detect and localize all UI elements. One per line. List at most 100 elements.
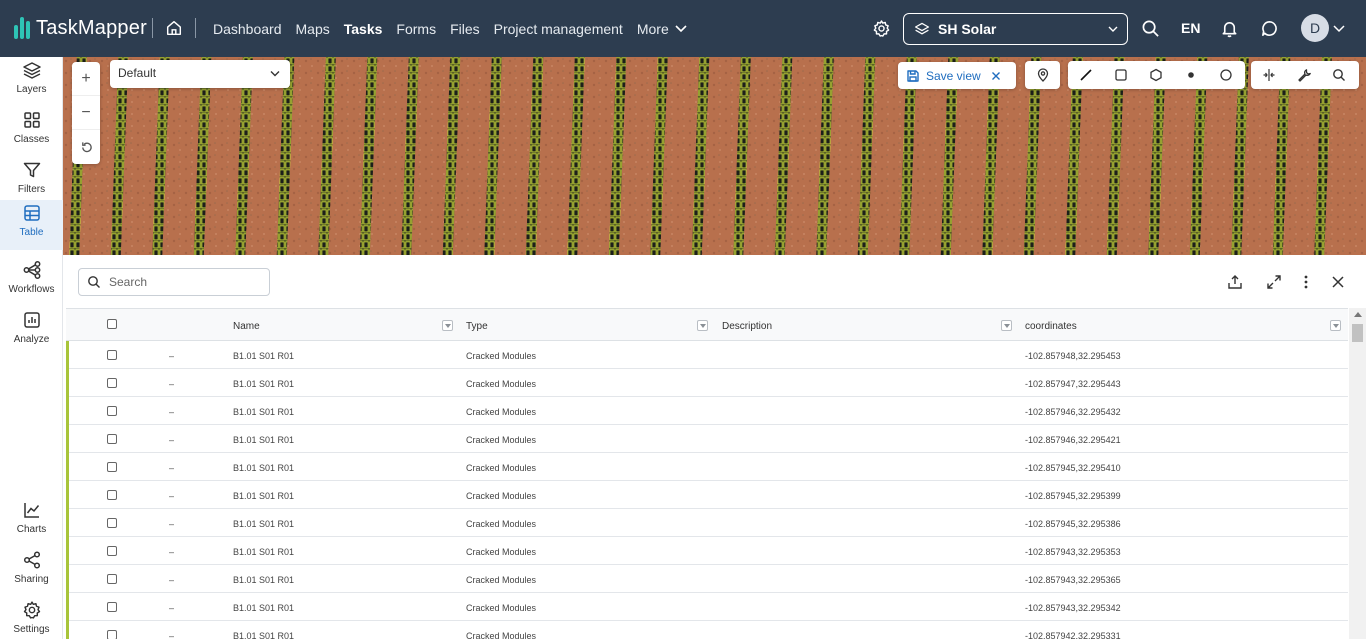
rectangle-tool[interactable] xyxy=(1103,61,1138,89)
select-all-checkbox[interactable] xyxy=(107,319,117,329)
chevron-down-icon[interactable] xyxy=(1333,23,1345,33)
row-checkbox[interactable] xyxy=(107,630,117,639)
search-icon xyxy=(1332,69,1345,81)
cell-type: Cracked Modules xyxy=(466,379,537,389)
nav-more[interactable]: More xyxy=(637,21,687,37)
point-tool[interactable] xyxy=(1173,61,1208,89)
table-row[interactable]: – B1.01 S01 R01 Cracked Modules -102.857945… xyxy=(69,481,1348,509)
taskmapper-logo[interactable]: TaskMapper xyxy=(14,16,147,40)
nav-forms[interactable]: Forms xyxy=(396,21,436,37)
filter-icon[interactable] xyxy=(442,320,453,331)
filter-icon[interactable] xyxy=(697,320,708,331)
table-row[interactable]: – B1.01 S01 R01 Cracked Modules -102.857948… xyxy=(69,341,1348,369)
row-checkbox[interactable] xyxy=(107,462,117,472)
view-select[interactable]: Default xyxy=(110,60,290,88)
expand-icon[interactable] xyxy=(1266,274,1282,290)
zoom-out-button[interactable]: − xyxy=(72,96,100,130)
table-row[interactable]: – B1.01 S01 R01 Cracked Modules -102.857947… xyxy=(69,369,1348,397)
cell-type: Cracked Modules xyxy=(466,351,537,361)
line-tool[interactable] xyxy=(1068,61,1103,89)
sidebar-item-workflows[interactable]: Workflows xyxy=(0,257,63,307)
measure-tool[interactable] xyxy=(1286,61,1321,89)
export-icon[interactable] xyxy=(1227,274,1243,290)
cell-marker: – xyxy=(169,575,175,585)
chevron-down-icon xyxy=(675,24,687,32)
table-panel: Name Type Description coordinates – B1.01… xyxy=(63,255,1366,639)
sidebar-item-settings[interactable]: Settings xyxy=(0,597,63,639)
gear-icon[interactable] xyxy=(872,19,891,38)
reset-rotation-button[interactable] xyxy=(72,130,100,164)
row-checkbox[interactable] xyxy=(107,378,117,388)
cell-type: Cracked Modules xyxy=(466,463,537,473)
bell-icon[interactable] xyxy=(1220,19,1239,38)
language-switch[interactable]: EN xyxy=(1181,20,1200,36)
table-row[interactable]: – B1.01 S01 R01 Cracked Modules -102.857946… xyxy=(69,425,1348,453)
grid-icon xyxy=(23,112,40,128)
cell-marker: – xyxy=(169,631,175,639)
table-search xyxy=(78,268,270,296)
sidebar-item-table[interactable]: Table xyxy=(0,200,63,250)
row-checkbox[interactable] xyxy=(107,406,117,416)
table-row[interactable]: – B1.01 S01 R01 Cracked Modules -102.857943… xyxy=(69,593,1348,621)
table-row[interactable]: – B1.01 S01 R01 Cracked Modules -102.857943… xyxy=(69,537,1348,565)
sidebar-item-sharing[interactable]: Sharing xyxy=(0,547,63,597)
table-row[interactable]: – B1.01 S01 R01 Cracked Modules -102.857943… xyxy=(69,565,1348,593)
sidebar-item-charts[interactable]: Charts xyxy=(0,497,63,547)
table-row[interactable]: – B1.01 S01 R01 Cracked Modules -102.857945… xyxy=(69,453,1348,481)
project-select[interactable]: SH Solar xyxy=(903,13,1128,45)
cell-coordinates: -102.857946,32.295421 xyxy=(1025,435,1121,445)
table-row[interactable]: – B1.01 S01 R01 Cracked Modules -102.857945… xyxy=(69,509,1348,537)
close-icon[interactable] xyxy=(1330,274,1346,290)
map-view[interactable]: + − Default Save view xyxy=(63,57,1366,255)
map-search-tool[interactable] xyxy=(1321,61,1356,89)
row-checkbox[interactable] xyxy=(107,574,117,584)
polygon-tool[interactable] xyxy=(1138,61,1173,89)
sidebar-item-analyze[interactable]: Analyze xyxy=(0,307,63,357)
row-checkbox[interactable] xyxy=(107,518,117,528)
nav-tasks[interactable]: Tasks xyxy=(344,21,383,37)
divider xyxy=(195,18,196,38)
chevron-down-icon xyxy=(270,71,280,77)
table-row[interactable]: – B1.01 S01 R01 Cracked Modules -102.857946… xyxy=(69,397,1348,425)
table-row[interactable]: – B1.01 S01 R01 Cracked Modules -102.857942… xyxy=(69,621,1348,639)
marker-tool[interactable] xyxy=(1025,61,1060,89)
row-checkbox[interactable] xyxy=(107,434,117,444)
sidebar-item-layers[interactable]: Layers xyxy=(0,57,63,107)
nav-files[interactable]: Files xyxy=(450,21,480,37)
circle-tool[interactable] xyxy=(1208,61,1243,89)
search-icon[interactable] xyxy=(1141,19,1160,38)
filter-icon[interactable] xyxy=(1001,320,1012,331)
row-checkbox[interactable] xyxy=(107,490,117,500)
row-checkbox[interactable] xyxy=(107,602,117,612)
cell-marker: – xyxy=(169,547,175,557)
more-vertical-icon[interactable] xyxy=(1298,274,1314,290)
save-view-button[interactable]: Save view xyxy=(898,62,1016,89)
chat-icon[interactable] xyxy=(1260,19,1279,38)
cell-marker: – xyxy=(169,603,175,613)
zoom-in-button[interactable]: + xyxy=(72,62,100,96)
split-tool[interactable] xyxy=(1251,61,1286,89)
column-header-coordinates[interactable]: coordinates xyxy=(1025,321,1077,332)
column-header-description[interactable]: Description xyxy=(722,321,772,332)
table-scrollbar[interactable] xyxy=(1349,308,1366,639)
sidebar-item-label: Classes xyxy=(13,134,50,145)
scroll-up-icon[interactable] xyxy=(1354,312,1362,317)
row-checkbox[interactable] xyxy=(107,546,117,556)
nav-dashboard[interactable]: Dashboard xyxy=(213,21,282,37)
nav-maps[interactable]: Maps xyxy=(296,21,330,37)
filter-icon xyxy=(23,162,40,178)
cell-coordinates: -102.857943,32.295353 xyxy=(1025,547,1121,557)
column-header-type[interactable]: Type xyxy=(466,321,488,332)
home-icon[interactable] xyxy=(165,19,183,37)
location-pin-icon xyxy=(1037,68,1048,82)
scrollbar-thumb[interactable] xyxy=(1352,324,1363,342)
close-icon[interactable] xyxy=(991,71,1001,81)
column-header-name[interactable]: Name xyxy=(233,321,260,332)
row-checkbox[interactable] xyxy=(107,350,117,360)
filter-icon[interactable] xyxy=(1330,320,1341,331)
sidebar-item-classes[interactable]: Classes xyxy=(0,107,63,157)
search-input[interactable] xyxy=(109,275,269,289)
main-nav: Dashboard Maps Tasks Forms Files Project… xyxy=(213,0,687,57)
nav-project-management[interactable]: Project management xyxy=(494,21,623,37)
user-avatar[interactable]: D xyxy=(1301,14,1329,42)
